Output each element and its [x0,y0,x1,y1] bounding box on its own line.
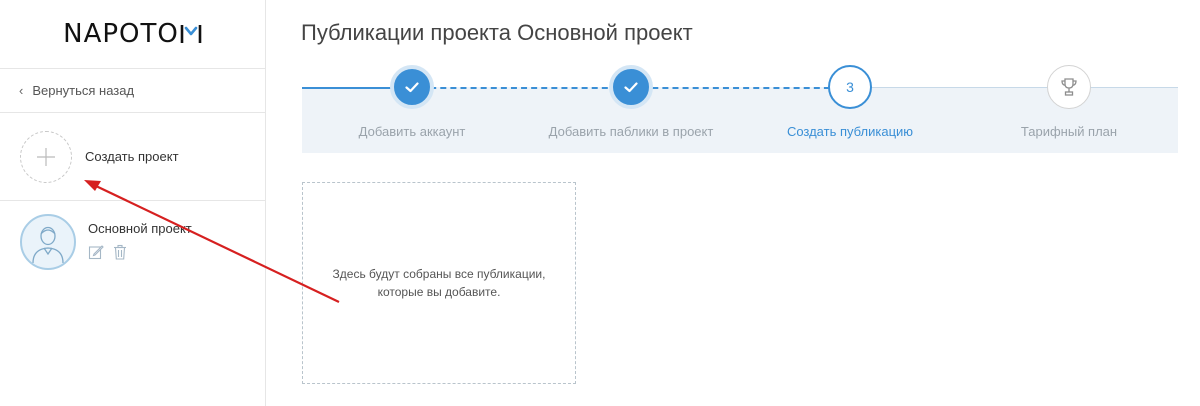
check-icon [624,81,638,92]
step-label: Добавить аккаунт [358,124,466,139]
page-title: Публикации проекта Основной проект [301,20,693,45]
create-project-button[interactable]: Создать проект [0,113,265,201]
step-complete-badge [609,65,653,109]
trash-icon[interactable] [112,244,128,260]
step-add-account[interactable]: Добавить аккаунт [312,65,512,139]
edit-icon[interactable] [88,244,104,260]
create-project-label: Создать проект [85,149,179,164]
user-icon [32,226,64,264]
project-actions [88,244,192,260]
step-label: Тарифный план [1020,124,1118,139]
publications-empty-state: Здесь будут собраны все публикации, кото… [302,182,576,384]
logo-area: NAPOTO [0,0,265,69]
trophy-icon [1061,78,1077,96]
step-label: Добавить паблики в проект [548,124,714,139]
step-create-publication[interactable]: 3 Создать публикацию [750,65,950,139]
step-tariff-plan[interactable]: Тарифный план [969,65,1169,139]
back-link[interactable]: ‹ Вернуться назад [0,69,265,113]
project-info: Основной проект [88,214,192,281]
step-complete-badge [390,65,434,109]
step-add-publics[interactable]: Добавить паблики в проект [531,65,731,139]
sidebar: NAPOTO ‹ Вернуться назад Создать проект [0,0,266,406]
step-label: Создать публикацию [786,124,914,139]
empty-state-text: Здесь будут собраны все публикации, кото… [332,267,546,299]
check-icon [405,81,419,92]
step-future-badge [1047,65,1091,109]
back-link-label: Вернуться назад [32,83,135,98]
project-avatar [20,214,76,270]
logo[interactable]: NAPOTO [63,19,202,49]
chevron-left-icon: ‹ [19,83,24,98]
logo-m-mark-icon [180,25,202,43]
project-item[interactable]: Основной проект [0,201,265,281]
project-name[interactable]: Основной проект [88,221,192,236]
logo-text: NAPOTO [63,19,179,49]
main-content: Публикации проекта Основной проект Добав… [266,0,1200,406]
step-number-badge: 3 [828,65,872,109]
onboarding-stepper: Добавить аккаунт Добавить паблики в прое… [302,65,1178,153]
plus-icon [20,130,72,183]
